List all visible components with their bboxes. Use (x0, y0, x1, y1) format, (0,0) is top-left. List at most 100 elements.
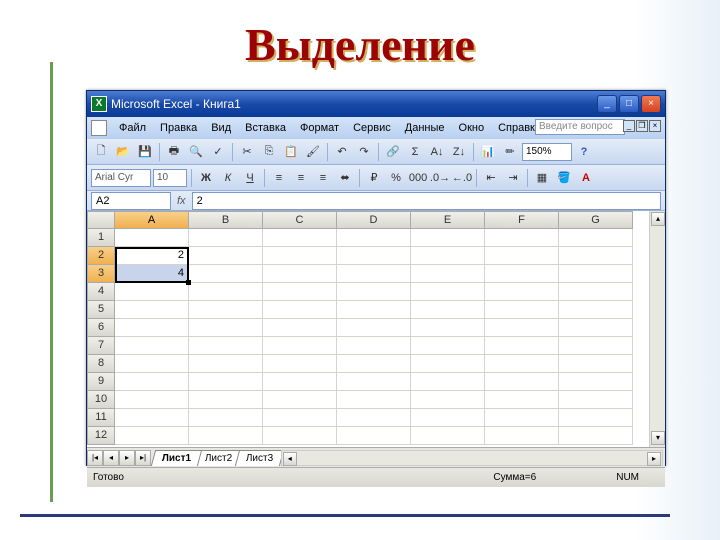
sort-asc-button[interactable]: A↓ (427, 142, 447, 162)
cell-A12[interactable] (115, 427, 189, 445)
cell-C7[interactable] (263, 337, 337, 355)
menu-edit[interactable]: Правка (154, 120, 203, 136)
font-color-button[interactable]: A (576, 168, 596, 188)
menu-window[interactable]: Окно (453, 120, 491, 136)
cell-C10[interactable] (263, 391, 337, 409)
menu-tools[interactable]: Сервис (347, 120, 397, 136)
menu-format[interactable]: Формат (294, 120, 345, 136)
row-header-9[interactable]: 9 (87, 373, 115, 391)
cell-F8[interactable] (485, 355, 559, 373)
increase-indent-button[interactable]: ⇥ (503, 168, 523, 188)
cell-F9[interactable] (485, 373, 559, 391)
cell-F11[interactable] (485, 409, 559, 427)
cell-D3[interactable] (337, 265, 411, 283)
row-header-5[interactable]: 5 (87, 301, 115, 319)
col-header-F[interactable]: F (485, 211, 559, 229)
format-painter-button[interactable]: 🖌 (303, 142, 323, 162)
tab-nav-prev[interactable]: ◂ (103, 450, 119, 466)
minimize-button[interactable]: _ (597, 95, 617, 113)
cell-G1[interactable] (559, 229, 633, 247)
comma-button[interactable]: 000 (408, 168, 428, 188)
merge-center-button[interactable]: ⬌ (335, 168, 355, 188)
borders-button[interactable]: ▦ (532, 168, 552, 188)
col-header-E[interactable]: E (411, 211, 485, 229)
close-button[interactable]: × (641, 95, 661, 113)
cell-C6[interactable] (263, 319, 337, 337)
hyperlink-button[interactable]: 🔗 (383, 142, 403, 162)
cell-E2[interactable] (411, 247, 485, 265)
cell-G10[interactable] (559, 391, 633, 409)
cell-D11[interactable] (337, 409, 411, 427)
font-name-box[interactable]: Arial Cyr (91, 169, 151, 187)
help-search-box[interactable]: Введите вопрос (535, 119, 625, 135)
row-header-12[interactable]: 12 (87, 427, 115, 445)
horizontal-scrollbar[interactable]: ◂ ▸ (281, 450, 663, 466)
fx-label[interactable]: fx (171, 195, 192, 207)
cell-G2[interactable] (559, 247, 633, 265)
cell-D9[interactable] (337, 373, 411, 391)
cell-G3[interactable] (559, 265, 633, 283)
cell-E4[interactable] (411, 283, 485, 301)
tab-nav-first[interactable]: |◂ (87, 450, 103, 466)
cell-A5[interactable] (115, 301, 189, 319)
print-button[interactable]: 🖶 (164, 142, 184, 162)
underline-button[interactable]: Ч (240, 168, 260, 188)
cell-F10[interactable] (485, 391, 559, 409)
cell-G12[interactable] (559, 427, 633, 445)
vertical-scrollbar[interactable]: ▴ ▾ (649, 211, 665, 447)
cell-B5[interactable] (189, 301, 263, 319)
cell-F7[interactable] (485, 337, 559, 355)
cell-E11[interactable] (411, 409, 485, 427)
mdi-restore-button[interactable]: ❐ (636, 120, 648, 132)
cell-E3[interactable] (411, 265, 485, 283)
spelling-button[interactable]: ✓ (208, 142, 228, 162)
cell-F2[interactable] (485, 247, 559, 265)
redo-button[interactable]: ↷ (354, 142, 374, 162)
scroll-down-button[interactable]: ▾ (651, 431, 665, 445)
menu-insert[interactable]: Вставка (239, 120, 292, 136)
menu-view[interactable]: Вид (205, 120, 237, 136)
select-all-corner[interactable] (87, 211, 115, 229)
help-button[interactable]: ? (574, 142, 594, 162)
mdi-close-button[interactable]: × (649, 120, 661, 132)
cell-A6[interactable] (115, 319, 189, 337)
bold-button[interactable]: Ж (196, 168, 216, 188)
cell-G8[interactable] (559, 355, 633, 373)
cell-C2[interactable] (263, 247, 337, 265)
cell-C4[interactable] (263, 283, 337, 301)
cell-E6[interactable] (411, 319, 485, 337)
cell-A7[interactable] (115, 337, 189, 355)
cell-C12[interactable] (263, 427, 337, 445)
cell-F12[interactable] (485, 427, 559, 445)
decrease-decimal-button[interactable]: ←.0 (452, 168, 472, 188)
cell-G6[interactable] (559, 319, 633, 337)
cell-C9[interactable] (263, 373, 337, 391)
row-header-1[interactable]: 1 (87, 229, 115, 247)
cell-A10[interactable] (115, 391, 189, 409)
increase-decimal-button[interactable]: .0→ (430, 168, 450, 188)
cell-B11[interactable] (189, 409, 263, 427)
cell-C8[interactable] (263, 355, 337, 373)
autosum-button[interactable]: Σ (405, 142, 425, 162)
menu-data[interactable]: Данные (399, 120, 451, 136)
decrease-indent-button[interactable]: ⇤ (481, 168, 501, 188)
maximize-button[interactable]: □ (619, 95, 639, 113)
cell-G11[interactable] (559, 409, 633, 427)
cell-B1[interactable] (189, 229, 263, 247)
cell-A2[interactable]: 2 (115, 247, 189, 265)
cell-F6[interactable] (485, 319, 559, 337)
align-center-button[interactable]: ≡ (291, 168, 311, 188)
tab-nav-next[interactable]: ▸ (119, 450, 135, 466)
drawing-button[interactable]: ✏ (500, 142, 520, 162)
cell-G5[interactable] (559, 301, 633, 319)
cell-B10[interactable] (189, 391, 263, 409)
zoom-box[interactable]: 150% (522, 143, 572, 161)
col-header-C[interactable]: C (263, 211, 337, 229)
cell-A11[interactable] (115, 409, 189, 427)
new-button[interactable]: 🗋 (91, 142, 111, 162)
sort-desc-button[interactable]: Z↓ (449, 142, 469, 162)
cell-E9[interactable] (411, 373, 485, 391)
sheet-tab-1[interactable]: Лист1 (151, 450, 202, 466)
align-right-button[interactable]: ≡ (313, 168, 333, 188)
cell-B7[interactable] (189, 337, 263, 355)
